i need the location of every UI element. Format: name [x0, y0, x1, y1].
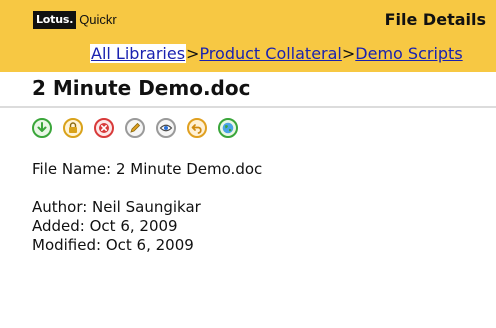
brand-lotus: Lotus. [33, 11, 77, 29]
globe-icon [222, 122, 234, 134]
file-name-text: File Name: 2 Minute Demo.doc [32, 160, 263, 178]
undo-icon [191, 124, 202, 134]
breadcrumb: All Libraries>Product Collateral>Demo Sc… [90, 44, 463, 64]
breadcrumb-all-libraries[interactable]: All Libraries [90, 44, 187, 63]
globe-button[interactable] [218, 118, 238, 138]
brand-quickr: Quickr [79, 12, 117, 27]
delete-button[interactable] [94, 118, 114, 138]
edit-button[interactable] [125, 118, 145, 138]
lotus-quickr-logo: Lotus. Quickr [33, 10, 117, 30]
added-date-text: Added: Oct 6, 2009 [32, 217, 178, 235]
app-header: Lotus. Quickr File Details All Libraries… [0, 0, 496, 72]
download-icon [37, 122, 47, 132]
view-icon [159, 124, 173, 132]
modified-date-text: Modified: Oct 6, 2009 [32, 236, 194, 254]
document-title: 2 Minute Demo.doc [32, 76, 251, 100]
breadcrumb-demo-scripts[interactable]: Demo Scripts [355, 44, 462, 63]
file-actions-toolbar [32, 118, 249, 142]
page-title: File Details [384, 10, 486, 29]
breadcrumb-separator: > [341, 44, 356, 63]
download-button[interactable] [32, 118, 52, 138]
view-button[interactable] [156, 118, 176, 138]
edit-icon [130, 122, 141, 133]
author-text: Author: Neil Saungikar [32, 198, 201, 216]
undo-button[interactable] [187, 118, 207, 138]
lock-icon [69, 122, 77, 133]
breadcrumb-product-collateral[interactable]: Product Collateral [199, 44, 341, 63]
document-title-bar: 2 Minute Demo.doc [0, 72, 496, 108]
breadcrumb-separator: > [186, 44, 200, 63]
lock-button[interactable] [63, 118, 83, 138]
file-details: File Name: 2 Minute Demo.doc Author: Nei… [32, 160, 262, 255]
delete-icon [99, 123, 109, 133]
